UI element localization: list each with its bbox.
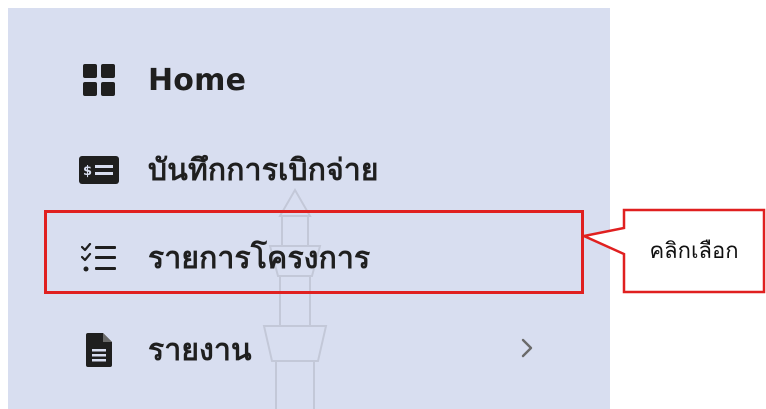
chevron-right-icon[interactable] xyxy=(520,337,534,363)
svg-text:$: $ xyxy=(83,164,92,179)
grid-icon xyxy=(76,60,122,100)
screenshot-stage: Home $ บันทึกการเบิกจ่าย รายการโครงการ ร… xyxy=(0,0,766,409)
callout-annotation: คลิกเลือก xyxy=(582,208,766,294)
sidebar-menu: Home $ บันทึกการเบิกจ่าย รายการโครงการ ร… xyxy=(8,8,610,409)
sidebar-item-label: รายการโครงการ xyxy=(148,240,371,276)
sidebar-item-project-list[interactable]: รายการโครงการ xyxy=(8,228,610,288)
document-icon xyxy=(76,330,122,370)
sidebar-item-label: รายงาน xyxy=(148,332,252,368)
dollar-list-icon: $ xyxy=(76,150,122,190)
sidebar-item-home[interactable]: Home xyxy=(8,50,610,110)
sidebar-item-label: Home xyxy=(148,62,247,98)
sidebar-item-disbursement-record[interactable]: $ บันทึกการเบิกจ่าย xyxy=(8,140,610,200)
callout-text: คลิกเลือก xyxy=(649,238,739,264)
sidebar-item-label: บันทึกการเบิกจ่าย xyxy=(148,152,379,188)
sidebar-item-reports[interactable]: รายงาน xyxy=(8,320,610,380)
checklist-icon xyxy=(76,238,122,278)
